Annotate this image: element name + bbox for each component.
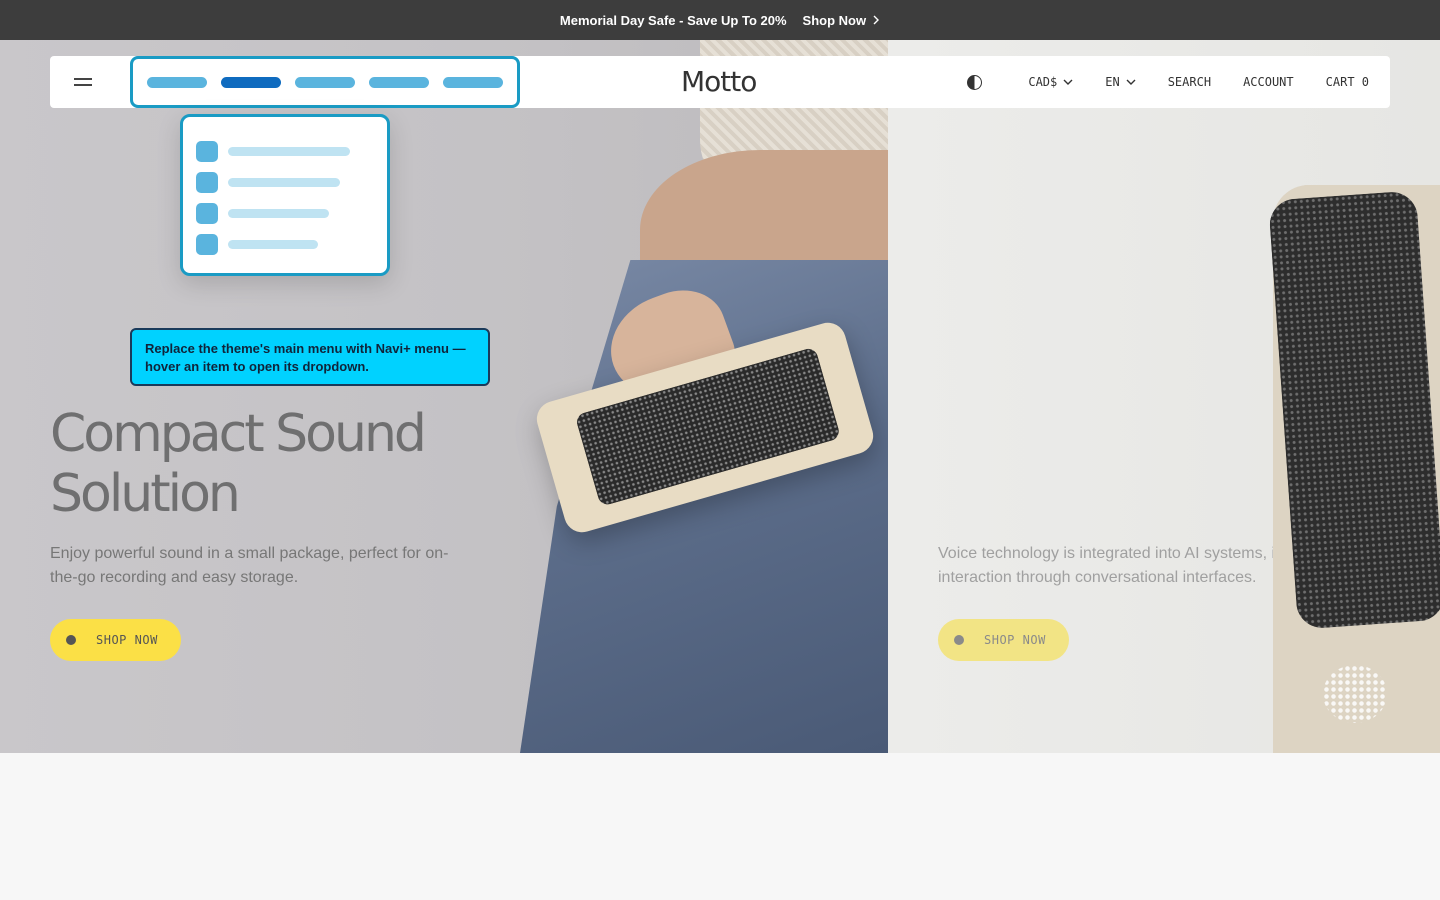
navi-menu-item[interactable] <box>295 76 355 88</box>
dropdown-item-label <box>228 178 340 187</box>
header-actions: CAD$ EN SEARCH ACCOUNT CART 0 <box>967 56 1369 108</box>
dropdown-item[interactable] <box>196 172 340 193</box>
microphone-dots-image <box>1323 665 1387 723</box>
hero-subtitle: Enjoy powerful sound in a small package,… <box>50 545 449 586</box>
currency-selector[interactable]: CAD$ <box>1028 75 1073 89</box>
account-link[interactable]: ACCOUNT <box>1243 75 1294 89</box>
dropdown-item-icon <box>196 234 218 255</box>
dropdown-item-label <box>228 209 329 218</box>
dropdown-item[interactable] <box>196 203 329 224</box>
button-dot-icon <box>66 635 76 645</box>
announcement-shop-link[interactable]: Shop Now <box>803 13 881 28</box>
dropdown-item-icon <box>196 141 218 162</box>
cart-link[interactable]: CART 0 <box>1326 75 1369 89</box>
chevron-right-icon <box>873 15 880 25</box>
navi-menu-item-active[interactable] <box>221 76 281 88</box>
dropdown-item[interactable] <box>196 141 350 162</box>
dropdown-item-icon <box>196 172 218 193</box>
chevron-down-icon <box>1063 79 1073 85</box>
dropdown-item-icon <box>196 203 218 224</box>
currency-label: CAD$ <box>1028 75 1058 89</box>
dropdown-item[interactable] <box>196 234 318 255</box>
navi-plus-tooltip: Replace the theme's main menu with Navi+… <box>130 328 490 386</box>
navi-menu-item[interactable] <box>147 76 207 88</box>
site-logo[interactable]: Motto <box>681 65 757 98</box>
shop-now-label: SHOP NOW <box>984 633 1046 647</box>
hero-subtitle-2: Voice technology is integrated into AI s… <box>938 545 1341 586</box>
dropdown-item-label <box>228 240 318 249</box>
navi-plus-dropdown <box>180 114 390 276</box>
navi-menu-item[interactable] <box>443 76 503 88</box>
hero-title-line2: Solution <box>50 464 241 524</box>
hamburger-icon[interactable] <box>74 76 92 88</box>
announcement-bar: Memorial Day Safe - Save Up To 20% Shop … <box>0 0 1440 40</box>
search-link[interactable]: SEARCH <box>1168 75 1211 89</box>
contrast-icon[interactable] <box>967 74 983 90</box>
language-label: EN <box>1105 75 1120 89</box>
dropdown-item-label <box>228 147 350 156</box>
language-selector[interactable]: EN <box>1105 75 1136 89</box>
shop-now-button[interactable]: SHOP NOW <box>50 619 181 661</box>
navi-menu-item[interactable] <box>369 76 429 88</box>
chevron-down-icon <box>1126 79 1136 85</box>
announcement-link-label: Shop Now <box>802 12 867 28</box>
announcement-text: Memorial Day Safe - Save Up To 20% <box>559 12 787 28</box>
hero-title-line1: Compact Sound <box>50 404 427 464</box>
shop-now-button-2[interactable]: SHOP NOW <box>938 619 1069 661</box>
shop-now-label: SHOP NOW <box>96 633 158 647</box>
navi-plus-menu-bar <box>130 56 520 108</box>
hero-title: Compact Sound Solution <box>50 404 490 524</box>
button-dot-icon <box>954 635 964 645</box>
